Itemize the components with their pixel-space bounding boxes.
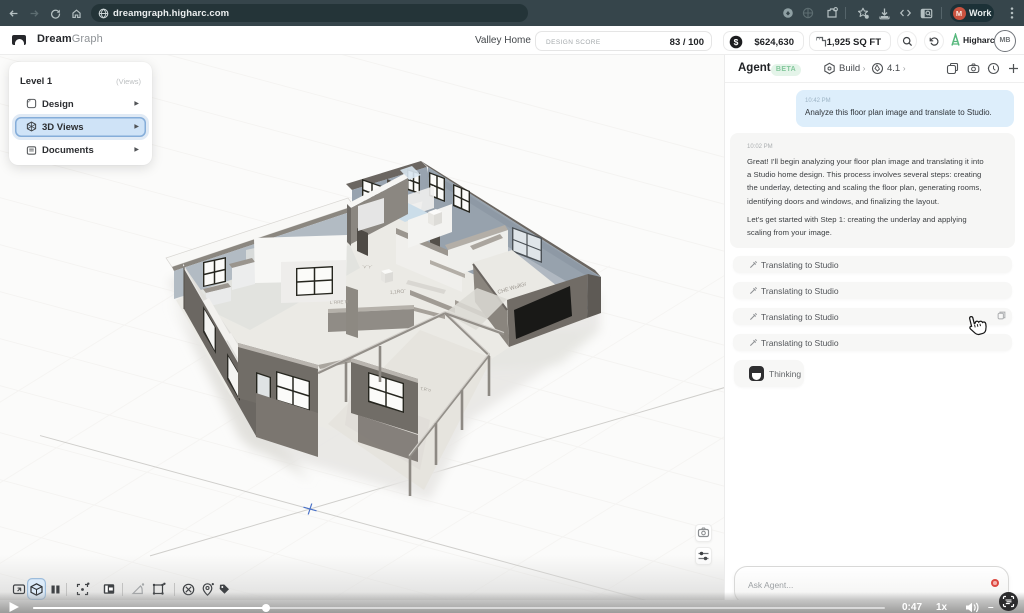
svg-text:$: $ xyxy=(734,37,739,47)
svg-text:ˉvˉˉтˉ: ˉvˉˉтˉ xyxy=(362,264,373,270)
svg-text:LˉRREˉR: LˉRREˉR xyxy=(330,299,349,305)
